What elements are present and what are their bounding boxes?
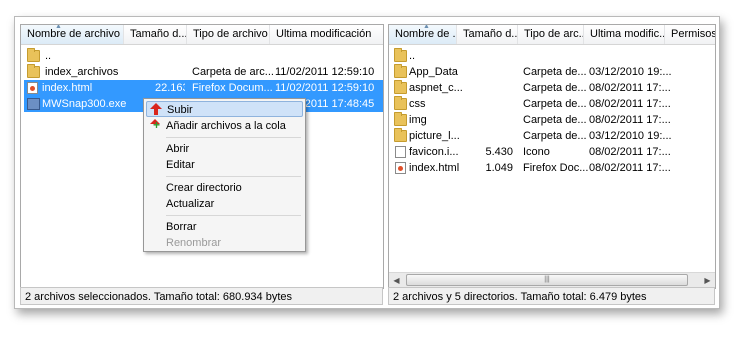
folder-icon [394, 96, 407, 110]
remote-row-css[interactable]: css Carpeta de... 08/02/2011 17:... [389, 96, 715, 112]
remote-row-favicon[interactable]: favicon.i... 5.430 Icono 08/02/2011 17:.… [389, 144, 715, 160]
folder-icon [27, 48, 40, 62]
column-header-name[interactable]: ▲ Nombre de ... [389, 25, 457, 44]
column-header-modified[interactable]: Ultima modific... [584, 25, 665, 44]
menu-item-refresh[interactable]: Actualizar [146, 196, 303, 212]
horizontal-scrollbar[interactable]: ◀ ||| ▶ [389, 272, 715, 288]
menu-separator [166, 176, 301, 177]
remote-row-img[interactable]: img Carpeta de... 08/02/2011 17:... [389, 112, 715, 128]
local-column-header: ▲ Nombre de archivo Tamaño d... Tipo de … [21, 25, 383, 45]
menu-separator [166, 137, 301, 138]
column-header-size[interactable]: Tamaño d... [124, 25, 187, 44]
add-to-queue-icon [149, 119, 161, 131]
menu-item-upload[interactable]: Subir [146, 101, 303, 117]
menu-item-edit[interactable]: Editar [146, 157, 303, 173]
column-header-type[interactable]: Tipo de arc... [518, 25, 584, 44]
scroll-left-icon[interactable]: ◀ [389, 273, 404, 288]
scroll-right-icon[interactable]: ▶ [700, 273, 715, 288]
menu-item-add-to-queue[interactable]: Añadir archivos a la cola [146, 118, 303, 134]
menu-item-delete[interactable]: Borrar [146, 219, 303, 235]
file-row-index-archivos[interactable]: index_archivos Carpeta de arc... 11/02/2… [21, 64, 383, 80]
remote-row-index-html[interactable]: index.html 1.049 Firefox Doc... 08/02/20… [389, 160, 715, 176]
menu-item-rename: Renombrar [166, 237, 222, 249]
column-header-name[interactable]: ▲ Nombre de archivo [21, 25, 124, 44]
remote-row-app-data[interactable]: App_Data Carpeta de... 03/12/2010 19:... [389, 64, 715, 80]
scrollbar-thumb[interactable]: ||| [406, 274, 688, 286]
remote-row-picture[interactable]: picture_l... Carpeta de... 03/12/2010 19… [389, 128, 715, 144]
file-icon [395, 146, 406, 158]
remote-row-parent[interactable]: .. [389, 48, 715, 64]
upload-arrow-icon [150, 103, 162, 115]
folder-icon [394, 64, 407, 78]
sort-ascending-icon: ▲ [423, 25, 430, 30]
column-header-modified[interactable]: Ultima modificación [270, 25, 383, 44]
html-file-icon [27, 82, 38, 94]
html-file-icon [395, 162, 406, 174]
menu-item-create-directory[interactable]: Crear directorio [146, 180, 303, 196]
folder-icon [394, 48, 407, 62]
remote-row-aspnet[interactable]: aspnet_c... Carpeta de... 08/02/2011 17:… [389, 80, 715, 96]
file-row-parent[interactable]: .. [21, 48, 383, 64]
menu-item-open[interactable]: Abrir [146, 141, 303, 157]
sort-ascending-icon: ▲ [55, 25, 62, 30]
remote-status-bar: 2 archivos y 5 directorios. Tamaño total… [388, 287, 715, 305]
column-header-permissions[interactable]: Permisos [665, 25, 715, 44]
context-menu: Subir Añadir archivos a la cola Abrir Ed… [143, 98, 306, 252]
folder-icon [394, 112, 407, 126]
column-header-size[interactable]: Tamaño d... [457, 25, 518, 44]
folder-icon [394, 128, 407, 142]
folder-icon [394, 80, 407, 94]
exe-file-icon [27, 98, 40, 110]
file-row-index-html[interactable]: index.html 22.163 Firefox Docum... 11/02… [24, 80, 383, 96]
column-header-type[interactable]: Tipo de archivo [187, 25, 270, 44]
local-status-bar: 2 archivos seleccionados. Tamaño total: … [20, 287, 383, 305]
menu-separator [166, 215, 301, 216]
remote-column-header: ▲ Nombre de ... Tamaño d... Tipo de arc.… [389, 25, 715, 45]
remote-file-list[interactable]: ▲ Nombre de ... Tamaño d... Tipo de arc.… [388, 24, 716, 289]
folder-icon [27, 64, 40, 78]
